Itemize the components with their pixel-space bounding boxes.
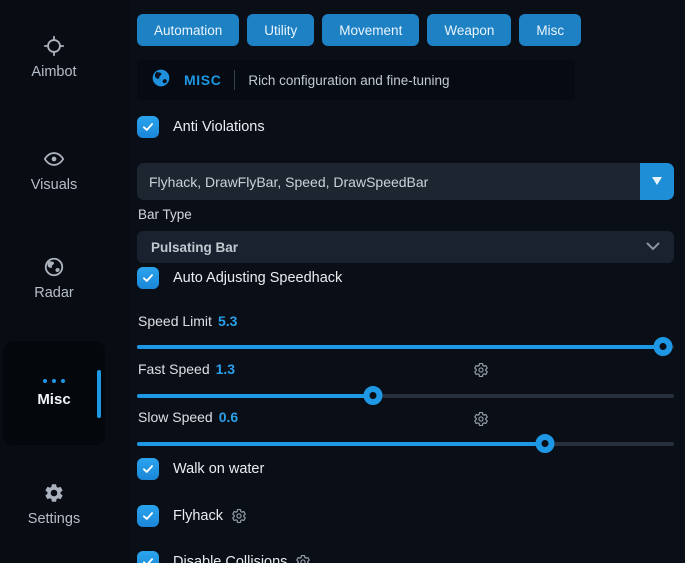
checkbox-label: Auto Adjusting Speedhack [173, 270, 342, 286]
checked-checkbox-icon[interactable] [137, 551, 159, 563]
tab-utility[interactable]: Utility [247, 14, 314, 46]
triangle-down-icon [651, 174, 663, 189]
eye-icon [43, 148, 65, 170]
fast-speed-value: 1.3 [216, 361, 235, 377]
sidebar-item-settings[interactable]: Settings [0, 482, 108, 527]
app-window: Aimbot Visuals Radar Mi [0, 0, 685, 563]
crosshair-icon [43, 35, 65, 57]
ellipsis-icon [43, 379, 65, 383]
checked-checkbox-icon[interactable] [137, 505, 159, 527]
checkbox-disable-collisions[interactable]: Disable Collisions [137, 551, 311, 563]
slider-handle[interactable] [536, 434, 555, 453]
select-value: Pulsating Bar [151, 240, 238, 255]
sidebar: Aimbot Visuals Radar Mi [0, 0, 130, 563]
tab-misc[interactable]: Misc [519, 14, 581, 46]
globe-icon [43, 256, 65, 278]
bar-multiselect[interactable]: Flyhack, DrawFlyBar, Speed, DrawSpeedBar [137, 163, 674, 200]
slider-fill [137, 442, 545, 446]
divider [234, 70, 235, 90]
checkbox-label: Flyhack [173, 508, 223, 524]
category-header: MISC Rich configuration and fine-tuning [137, 60, 575, 100]
sidebar-item-label: Settings [28, 511, 80, 527]
slow-speed-value: 0.6 [219, 409, 238, 425]
multiselect-dropdown-button[interactable] [640, 163, 674, 200]
chevron-down-icon [646, 238, 660, 256]
category-tabs: Automation Utility Movement Weapon Misc [137, 14, 581, 46]
sidebar-item-aimbot[interactable]: Aimbot [0, 35, 108, 80]
active-indicator-bar [97, 370, 101, 418]
speed-limit-value: 5.3 [218, 313, 237, 329]
main-panel: Automation Utility Movement Weapon Misc … [130, 0, 685, 563]
sidebar-item-radar[interactable]: Radar [0, 256, 108, 301]
bar-type-select[interactable]: Pulsating Bar [137, 231, 674, 263]
category-title: MISC [184, 72, 221, 88]
checkbox-label: Walk on water [173, 461, 264, 477]
sidebar-item-label: Visuals [31, 177, 77, 193]
checkbox-label: Anti Violations [173, 119, 265, 135]
sidebar-item-misc[interactable]: Misc [3, 341, 105, 445]
checkbox-anti-violations[interactable]: Anti Violations [137, 116, 265, 138]
checked-checkbox-icon[interactable] [137, 267, 159, 289]
slow-speed-slider[interactable] [137, 442, 674, 446]
multiselect-value: Flyhack, DrawFlyBar, Speed, DrawSpeedBar [149, 174, 428, 190]
category-subtitle: Rich configuration and fine-tuning [248, 73, 449, 88]
gear-icon[interactable] [295, 554, 311, 563]
bar-type-label: Bar Type [138, 207, 192, 222]
slow-speed-label: Slow Speed0.6 [138, 409, 238, 425]
speed-limit-label: Speed Limit5.3 [138, 313, 237, 329]
slider-fill [137, 345, 663, 349]
slider-fill [137, 394, 373, 398]
checkbox-walk-on-water[interactable]: Walk on water [137, 458, 264, 480]
checkbox-auto-adjusting-speedhack[interactable]: Auto Adjusting Speedhack [137, 267, 342, 289]
checked-checkbox-icon[interactable] [137, 116, 159, 138]
slider-handle[interactable] [654, 337, 673, 356]
globe-icon [151, 68, 171, 93]
speed-limit-slider[interactable] [137, 345, 674, 349]
checkbox-flyhack[interactable]: Flyhack [137, 505, 247, 527]
tab-automation[interactable]: Automation [137, 14, 239, 46]
fast-speed-label: Fast Speed1.3 [138, 361, 235, 377]
sidebar-item-label: Radar [34, 285, 74, 301]
tab-weapon[interactable]: Weapon [427, 14, 511, 46]
gear-icon [43, 482, 65, 504]
checkbox-label: Disable Collisions [173, 554, 287, 563]
slider-handle[interactable] [364, 386, 383, 405]
gear-icon[interactable] [473, 362, 489, 378]
sidebar-item-label: Misc [37, 391, 70, 408]
gear-icon[interactable] [473, 411, 489, 427]
sidebar-item-visuals[interactable]: Visuals [0, 148, 108, 193]
gear-icon[interactable] [231, 508, 247, 524]
checked-checkbox-icon[interactable] [137, 458, 159, 480]
tab-movement[interactable]: Movement [322, 14, 419, 46]
sidebar-item-label: Aimbot [31, 64, 76, 80]
fast-speed-slider[interactable] [137, 394, 674, 398]
